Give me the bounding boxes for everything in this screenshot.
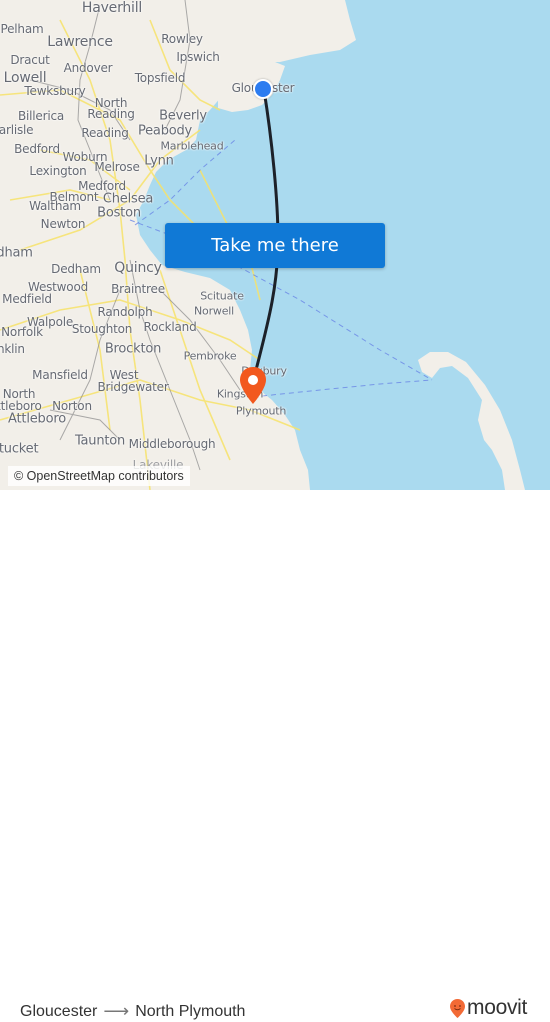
route-summary: Gloucester ⟶ North Plymouth — [20, 1001, 245, 1022]
place-label: Bedford — [14, 142, 60, 156]
place-label: Topsfield — [134, 71, 186, 85]
place-label: Plymouth — [235, 404, 287, 418]
place-label: Waltham — [29, 199, 81, 213]
place-label: Carlisle — [0, 123, 34, 137]
place-label: Pelham — [0, 22, 44, 36]
place-label: Boston — [97, 205, 141, 221]
place-label: Needham — [0, 245, 33, 261]
place-label: Mansfield — [32, 368, 88, 382]
place-label: Lexington — [29, 164, 87, 178]
place-label: Norwell — [194, 304, 234, 318]
place-label: Stoughton — [71, 322, 133, 336]
place-label: Rowley — [161, 32, 203, 46]
place-label: Middleborough — [128, 437, 216, 451]
destination-pin-icon[interactable] — [238, 366, 268, 406]
place-label: Bridgewater — [97, 380, 169, 394]
place-label: Haverhill — [81, 0, 143, 16]
place-label: Marblehead — [160, 139, 224, 153]
arrow-right-icon: ⟶ — [103, 1001, 130, 1021]
cape-cod — [418, 352, 525, 490]
place-label: Norton — [52, 399, 92, 413]
place-label: Reading — [87, 107, 135, 121]
place-label: Brockton — [104, 341, 162, 357]
place-label: Rockland — [143, 320, 197, 334]
place-label: Attleboro — [0, 399, 42, 413]
place-label: Dedham — [51, 262, 101, 276]
place-label: Scituate — [200, 289, 244, 303]
brand-name: moovit — [467, 996, 528, 1019]
place-label: Reading — [81, 126, 129, 140]
place-label: Braintree — [111, 282, 165, 296]
place-label: Lowell — [3, 70, 47, 86]
place-label: Billerica — [17, 109, 65, 123]
footer: Gloucester ⟶ North Plymouth moovit — [0, 490, 550, 1021]
place-label: Ipswich — [176, 50, 220, 64]
place-label: Taunton — [74, 433, 126, 449]
place-label: Tewksbury — [24, 84, 86, 98]
place-label: Andover — [63, 61, 113, 75]
moovit-pin-icon — [450, 998, 465, 1018]
place-label: Pembroke — [183, 349, 237, 363]
take-me-there-button[interactable]: Take me there — [165, 223, 385, 268]
place-label: Beverly — [159, 108, 207, 124]
origin-marker[interactable] — [253, 79, 273, 99]
place-label: Medfield — [2, 292, 52, 306]
moovit-logo[interactable]: moovit — [449, 996, 527, 1020]
place-label: Peabody — [137, 123, 193, 139]
place-label: Franklin — [0, 342, 25, 356]
place-label: Pawtucket — [0, 441, 39, 457]
place-label: Lynn — [144, 153, 174, 169]
destination-name: North Plymouth — [135, 1002, 246, 1020]
place-label: Newton — [40, 217, 86, 231]
place-label: Quincy — [114, 260, 162, 276]
place-label: Norfolk — [1, 325, 43, 339]
place-label: Chelsea — [102, 191, 154, 207]
place-label: Melrose — [94, 160, 140, 174]
place-label: Attleboro — [8, 411, 66, 427]
place-label: Dracut — [10, 53, 50, 67]
map[interactable]: Haverhill Pelham Lawrence Rowley Ipswich… — [0, 0, 550, 490]
map-attribution[interactable]: © OpenStreetMap contributors — [8, 466, 190, 486]
origin-name: Gloucester — [20, 1002, 98, 1020]
place-label: Lawrence — [47, 34, 113, 50]
place-label: Randolph — [97, 305, 153, 319]
